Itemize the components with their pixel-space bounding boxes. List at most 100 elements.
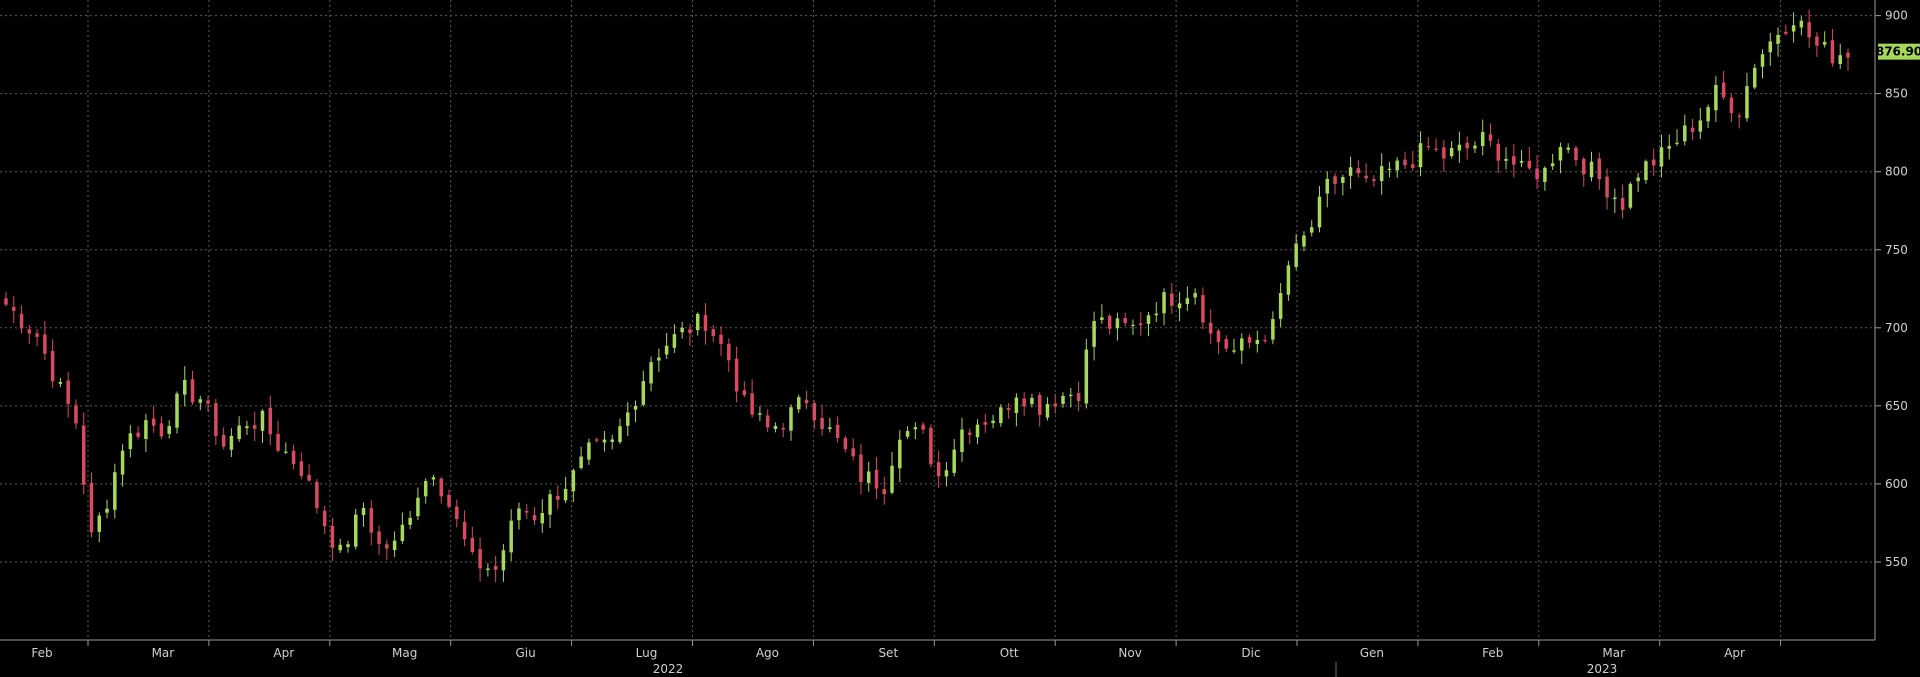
candle-body: [1177, 303, 1182, 309]
candle-body: [657, 357, 661, 361]
candle-body: [571, 470, 576, 492]
candle-body: [1605, 176, 1609, 198]
candle-body: [851, 448, 855, 457]
candle-body: [1317, 196, 1322, 228]
candle-body: [1403, 159, 1407, 166]
candle-body: [183, 379, 187, 395]
candle-body: [1550, 163, 1555, 167]
candle-body: [1333, 176, 1337, 184]
candle-body: [898, 439, 902, 469]
candle-body: [734, 358, 739, 392]
candle-body: [315, 482, 319, 508]
candle-body: [1807, 22, 1811, 38]
candle-body: [392, 540, 397, 551]
candle-body: [859, 454, 863, 483]
candle-body: [105, 508, 109, 513]
y-tick-label: 650: [1885, 399, 1908, 413]
candle-body: [820, 418, 824, 430]
candle-body: [423, 481, 428, 497]
candle-body: [1721, 82, 1726, 98]
y-tick-label: 700: [1885, 321, 1908, 335]
candle-body: [1069, 394, 1073, 396]
candle-body: [1465, 142, 1469, 149]
candle-body: [151, 418, 156, 426]
x-tick-label: Mag: [392, 646, 417, 660]
candle-body: [1271, 319, 1275, 340]
candle-body: [1597, 158, 1602, 180]
candle-body: [866, 471, 871, 483]
candle-body: [1240, 338, 1244, 351]
y-tick-label: 550: [1885, 555, 1908, 569]
candle-body: [1760, 54, 1765, 67]
candle-body: [952, 449, 956, 473]
candle-body: [1131, 324, 1135, 326]
candle-body: [1053, 403, 1057, 407]
candle-body: [765, 415, 770, 428]
candle-body: [1752, 67, 1757, 88]
candle-body: [773, 426, 778, 429]
candle-body: [1527, 160, 1532, 169]
y-tick-label: 800: [1885, 165, 1908, 179]
price-chart: 550 600 650 700 750 800 850 900 Feb Mar Apr Mag Giu…: [0, 0, 1920, 677]
candle-body: [455, 506, 459, 519]
candle-body: [74, 405, 78, 424]
candle-body: [1014, 397, 1019, 413]
candle-body: [781, 428, 785, 430]
x-tick-label: Apr: [273, 646, 294, 660]
candle-body: [1815, 36, 1819, 46]
candle-body: [330, 526, 335, 548]
candle-body: [594, 439, 599, 441]
candle-body: [478, 549, 482, 569]
candle-body: [1442, 147, 1446, 159]
candle-body: [27, 329, 32, 334]
candle-body: [1411, 164, 1415, 168]
candle-body: [1107, 315, 1112, 329]
chart-stage: 550 600 650 700 750 800 850 900 Feb Mar Apr Mag Giu…: [0, 0, 1920, 677]
x-tick-label: Gen: [1360, 646, 1384, 660]
candle-body: [1395, 160, 1399, 171]
candle-body: [66, 380, 70, 404]
candle-body: [167, 426, 171, 434]
x-tick-label: Giu: [515, 646, 535, 660]
candle-body: [1418, 143, 1423, 168]
candle-body: [688, 329, 692, 333]
candle-body: [905, 431, 910, 437]
candle-body: [1146, 315, 1151, 324]
candle-body: [229, 435, 234, 450]
candle-body: [626, 412, 630, 426]
candle-body: [532, 515, 537, 521]
candle-body: [610, 439, 614, 442]
candle-body: [214, 403, 218, 437]
candle-body: [97, 515, 102, 532]
candle-body: [1286, 265, 1291, 295]
candle-body: [1434, 148, 1438, 150]
candle-body: [198, 399, 203, 403]
x-tick-label: Mar: [1602, 646, 1625, 660]
candle-body: [789, 407, 793, 431]
candle-body: [1341, 176, 1345, 183]
candle-body: [742, 390, 747, 396]
candle-body: [828, 427, 832, 430]
candle-body: [1488, 134, 1493, 141]
candle-body: [1799, 20, 1804, 28]
candle-body: [408, 517, 412, 525]
candle-body: [1519, 160, 1524, 163]
candle-body: [1138, 323, 1143, 326]
candle-body: [680, 327, 684, 333]
candle-body: [1115, 318, 1120, 329]
y-tick-label: 900: [1885, 9, 1908, 23]
candle-body: [299, 461, 304, 476]
candle-body: [439, 478, 443, 497]
candle-body: [1325, 178, 1330, 194]
candle-body: [1426, 146, 1431, 148]
x-tick-label: Feb: [1482, 646, 1503, 660]
candle-body: [835, 424, 840, 438]
candle-body: [983, 422, 988, 425]
candle-body: [307, 474, 311, 481]
candle-body: [999, 407, 1003, 424]
candle-body: [711, 329, 716, 337]
candle-body: [43, 334, 47, 354]
candle-body: [1838, 55, 1842, 64]
candle-body: [1294, 243, 1298, 267]
candle-body: [944, 470, 949, 477]
